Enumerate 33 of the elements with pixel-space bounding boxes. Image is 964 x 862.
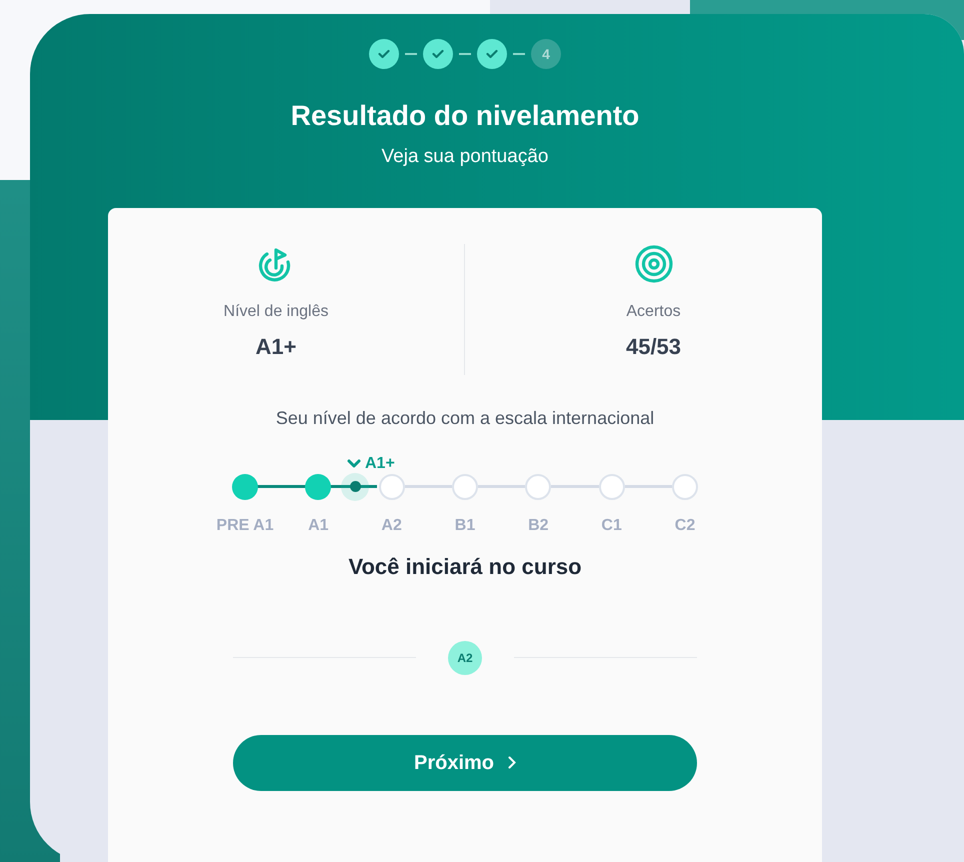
scale-caption: Seu nível de acordo com a escala internacional — [276, 406, 654, 430]
step-connector — [513, 53, 525, 55]
check-icon — [378, 49, 390, 59]
scale-track-segment — [404, 484, 452, 488]
page-title: Resultado do nivelamento — [290, 99, 640, 133]
scale-label: B2 — [528, 516, 549, 536]
stat-label: Acertos — [626, 302, 681, 322]
scale-track-segment — [478, 484, 526, 488]
current-level-marker — [341, 472, 369, 500]
stat-value: A1+ — [256, 332, 296, 360]
scale-label: C2 — [674, 516, 696, 536]
chevron-right-icon — [508, 756, 516, 769]
scale-label: A1 — [308, 516, 329, 536]
stat-value: 45/53 — [626, 332, 682, 360]
check-icon — [432, 49, 444, 59]
step-indicator: 4 — [531, 39, 561, 69]
step-connector — [459, 53, 471, 55]
scale-track-segment — [551, 484, 599, 488]
course-heading: Você iniciará no curso — [348, 552, 582, 580]
step-connector — [405, 53, 417, 55]
chevron-down-icon — [347, 459, 361, 468]
scale-label: A2 — [381, 516, 402, 536]
scale-label: C1 — [601, 516, 622, 536]
check-icon — [486, 49, 498, 59]
current-level-label: A1+ — [365, 454, 395, 474]
next-button[interactable]: Próximo — [233, 734, 697, 790]
course-badge: A2 — [448, 640, 482, 674]
scale-track-segment — [624, 484, 672, 488]
stat-label: Nível de inglês — [224, 302, 328, 322]
target-icon — [634, 244, 674, 284]
scale-label: PRE A1 — [216, 516, 274, 536]
scale-label: B1 — [454, 516, 476, 536]
page-subtitle: Veja sua pontuação — [382, 145, 548, 169]
